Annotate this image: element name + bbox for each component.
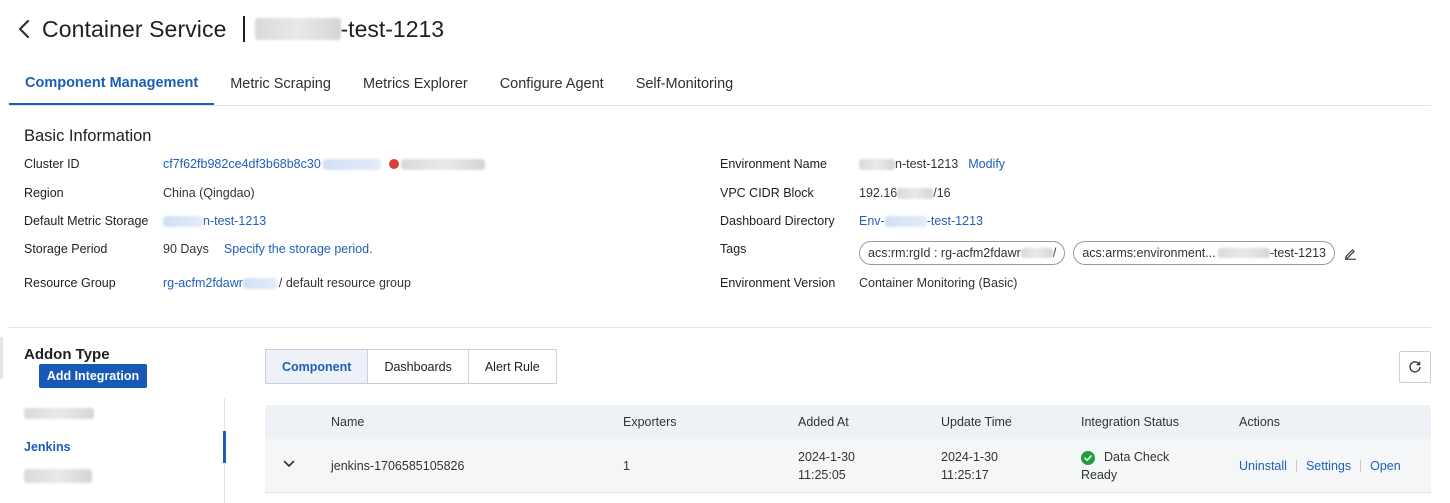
- default-storage-label: Default Metric Storage: [24, 214, 149, 228]
- expand-row-chevron-icon[interactable]: [282, 457, 296, 476]
- column-header-integration-status: Integration Status: [1081, 415, 1179, 429]
- resource-group-label: Resource Group: [24, 276, 116, 290]
- row-actions: Uninstall Settings Open: [1239, 457, 1401, 475]
- dashboard-directory-label: Dashboard Directory: [720, 214, 835, 228]
- refresh-button[interactable]: [1399, 351, 1431, 383]
- redacted-text: [1217, 248, 1270, 258]
- page-header: Container Service -test-1213: [14, 12, 444, 46]
- environment-name-label: Environment Name: [720, 157, 827, 171]
- storage-period-label: Storage Period: [24, 242, 108, 256]
- update-time-date: 2024-1-30: [941, 450, 998, 464]
- vpc-cidr-label: VPC CIDR Block: [720, 186, 814, 200]
- column-header-added-at: Added At: [798, 415, 849, 429]
- environment-version-label: Environment Version: [720, 276, 836, 290]
- resource-group-link[interactable]: rg-acfm2fdawr: [163, 276, 243, 290]
- tags-label: Tags: [720, 242, 747, 256]
- addon-item-redacted[interactable]: [24, 469, 92, 486]
- subtab-component[interactable]: Component: [265, 349, 369, 384]
- redacted-text: [163, 215, 203, 227]
- redacted-text: [322, 158, 381, 170]
- resource-group-value: rg-acfm2fdawr / default resource group: [163, 276, 411, 290]
- region-label: Region: [24, 186, 64, 200]
- exporters-count: 1: [623, 459, 630, 473]
- added-at-time: 11:25:05: [798, 468, 846, 482]
- column-header-name: Name: [331, 415, 365, 429]
- tag-environment[interactable]: acs:arms:environment... -test-1213: [1073, 241, 1335, 265]
- addon-item-redacted[interactable]: [24, 408, 94, 422]
- add-integration-button[interactable]: Add Integration: [39, 364, 147, 388]
- added-at-date: 2024-1-30: [798, 450, 855, 464]
- update-time-time: 11:25:17: [941, 468, 989, 482]
- uninstall-link[interactable]: Uninstall: [1239, 457, 1287, 475]
- addon-item-jenkins[interactable]: Jenkins: [24, 440, 71, 454]
- tab-metric-scraping[interactable]: Metric Scraping: [214, 63, 347, 105]
- default-storage-value: n-test-1213: [163, 211, 266, 231]
- subtab-alert-rule[interactable]: Alert Rule: [467, 349, 557, 384]
- cluster-id-value: cf7f62fb982ce4df3b68b8c30: [163, 154, 485, 174]
- environment-name-value: n-test-1213 Modify: [859, 154, 1005, 174]
- tag-resource-group[interactable]: acs:rm:rgId : rg-acfm2fdawr /: [859, 241, 1066, 265]
- component-name: jenkins-1706585105826: [331, 459, 465, 473]
- cluster-id-label: Cluster ID: [24, 157, 80, 171]
- tab-component-management[interactable]: Component Management: [9, 63, 215, 105]
- column-header-update-time: Update Time: [941, 415, 1012, 429]
- environment-version-value: Container Monitoring (Basic): [859, 276, 1018, 290]
- refresh-icon: [1409, 361, 1421, 373]
- dashboard-directory-value[interactable]: Env- -test-1213: [859, 211, 983, 231]
- redacted-text: [400, 158, 485, 170]
- environment-title: -test-1213: [254, 15, 445, 43]
- redacted-text: [24, 408, 94, 419]
- redacted-text: [24, 469, 92, 483]
- environment-title-suffix: -test-1213: [340, 15, 445, 42]
- edit-tags-icon[interactable]: [1343, 245, 1359, 261]
- redacted-text: [242, 277, 277, 289]
- status-text-line1: Data Check: [1104, 450, 1170, 464]
- integration-status: Data Check: [1081, 448, 1169, 466]
- components-table: Name Exporters Added At Update Time Inte…: [265, 405, 1431, 493]
- tags-value: acs:rm:rgId : rg-acfm2fdawr / acs:arms:e…: [859, 241, 1359, 265]
- tab-self-monitoring[interactable]: Self-Monitoring: [620, 63, 750, 105]
- addon-type-title: Addon Type: [24, 346, 110, 363]
- table-row: jenkins-1706585105826 1 2024-1-30 11:25:…: [265, 439, 1431, 493]
- main-tabs: Component Management Metric Scraping Met…: [9, 63, 1431, 106]
- back-arrow-icon[interactable]: [14, 17, 34, 41]
- redacted-text: [859, 158, 895, 170]
- subtab-dashboards[interactable]: Dashboards: [367, 349, 469, 384]
- storage-period-value: 90 Days Specify the storage period.: [163, 242, 373, 256]
- table-header: Name Exporters Added At Update Time Inte…: [265, 405, 1431, 439]
- redacted-text: [884, 215, 927, 227]
- settings-link[interactable]: Settings: [1306, 457, 1351, 475]
- check-circle-icon: [1081, 451, 1095, 465]
- basic-information-title: Basic Information: [24, 127, 152, 145]
- left-edge-handle: [0, 337, 3, 379]
- dashboard-directory-link-suffix[interactable]: -test-1213: [927, 214, 983, 228]
- component-subtabs: Component Dashboards Alert Rule: [265, 349, 557, 384]
- column-header-actions: Actions: [1239, 415, 1280, 429]
- modify-link[interactable]: Modify: [968, 157, 1005, 171]
- addon-type-list: Jenkins: [10, 398, 226, 503]
- open-link[interactable]: Open: [1370, 457, 1401, 475]
- vpc-cidr-value: 192.16 /16: [859, 186, 951, 200]
- title-divider: [242, 16, 245, 42]
- specify-storage-period-link[interactable]: Specify the storage period.: [224, 242, 373, 256]
- column-header-exporters: Exporters: [623, 415, 677, 429]
- active-item-indicator: [223, 431, 226, 463]
- red-dot-icon: [388, 159, 399, 169]
- cluster-id-link[interactable]: cf7f62fb982ce4df3b68b8c30: [163, 157, 321, 171]
- action-separator: [1295, 460, 1297, 472]
- tab-metrics-explorer[interactable]: Metrics Explorer: [347, 63, 484, 105]
- default-storage-link[interactable]: n-test-1213: [203, 214, 266, 228]
- redacted-text: [897, 187, 934, 199]
- dashboard-directory-link[interactable]: Env-: [859, 214, 885, 228]
- region-value: China (Qingdao): [163, 186, 255, 200]
- page-title: Container Service: [42, 15, 227, 42]
- tab-configure-agent[interactable]: Configure Agent: [484, 63, 620, 105]
- redacted-text: [1020, 248, 1053, 258]
- status-text-line2: Ready: [1081, 468, 1118, 482]
- action-separator: [1360, 460, 1362, 472]
- redacted-text: [254, 18, 341, 40]
- section-divider: [9, 327, 1431, 328]
